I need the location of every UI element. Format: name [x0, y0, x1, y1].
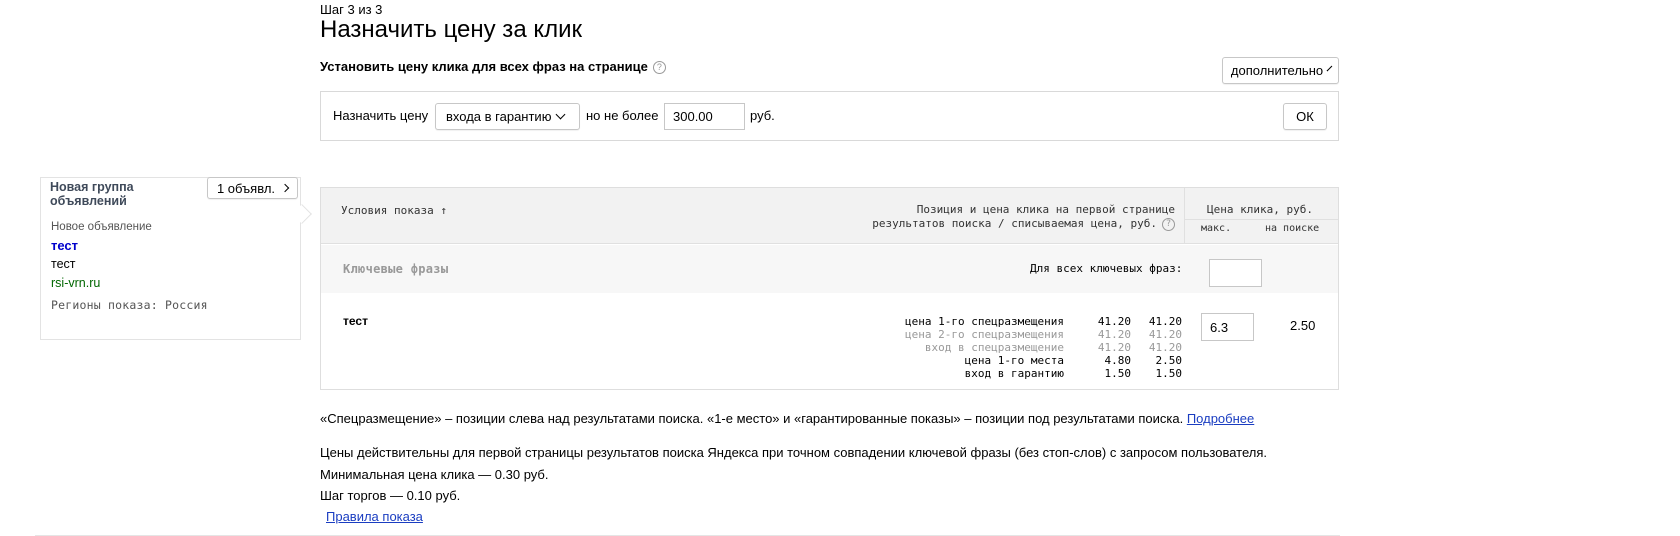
column-position: Позиция и цена клика на первой странице … — [860, 203, 1175, 231]
bid-step-note: Шаг торгов — 0.10 руб. — [320, 488, 461, 503]
bid-label: цена 1-го спецразмещения — [905, 315, 1064, 328]
bid-label: цена 1-го места — [964, 354, 1064, 367]
strategy-select[interactable]: входа в гарантию — [435, 103, 580, 130]
chevron-down-icon — [1326, 65, 1333, 72]
column-max: макс. — [1201, 223, 1232, 234]
bid-price: 41.20 — [1097, 341, 1131, 354]
all-keywords-input[interactable] — [1209, 259, 1262, 287]
column-position-line2-text: результатов поиска / списываемая цена, р… — [872, 217, 1157, 230]
column-position-line1: Позиция и цена клика на первой странице — [916, 203, 1175, 216]
keywords-band — [321, 245, 1338, 293]
strategy-select-value: входа в гарантию — [446, 109, 552, 124]
column-divider — [1184, 188, 1185, 244]
bid-row: вход в спецразмещение 41.20 41.20 — [860, 341, 1182, 354]
bid-charged: 2.50 — [1155, 354, 1183, 367]
ad-title: тест — [51, 238, 79, 253]
ad-count-label: 1 объявл. — [216, 180, 276, 196]
ad-count-button[interactable]: 1 объявл. — [207, 177, 298, 199]
bid-row: вход в гарантию 1.50 1.50 — [860, 367, 1182, 380]
bid-price: 1.50 — [1104, 367, 1132, 380]
ad-label: Новое объявление — [51, 221, 152, 233]
phrase: тест — [343, 314, 368, 328]
prices-note: Цены действительны для первой страницы р… — [320, 445, 1267, 460]
all-keywords-label: Для всех ключевых фраз: — [1030, 262, 1183, 275]
column-on-search: на поиске — [1265, 223, 1320, 234]
bid-label: вход в гарантию — [964, 367, 1064, 380]
search-price: 2.50 — [1290, 318, 1316, 333]
bid-label: цена 2-го спецразмещения — [905, 328, 1064, 341]
column-position-line2: результатов поиска / списываемая цена, р… — [860, 217, 1175, 231]
bid-charged: 41.20 — [1148, 328, 1182, 341]
limit-input[interactable]: 300.00 — [664, 103, 745, 130]
column-conditions[interactable]: Условия показа ↑ — [341, 204, 447, 217]
placement-note-text: «Спецразмещение» – позиции слева над рез… — [320, 411, 1184, 426]
limit-label: но не более — [586, 108, 659, 123]
more-link[interactable]: Подробнее — [1187, 411, 1254, 426]
max-price-input[interactable]: 6.3 — [1201, 313, 1254, 341]
currency-label: руб. — [750, 108, 775, 123]
ad-text: тест — [51, 257, 76, 271]
bid-charged: 41.20 — [1148, 315, 1182, 328]
bulk-bid-heading: Установить цену клика для всех фраз на с… — [320, 59, 666, 74]
bulk-bid-heading-text: Установить цену клика для всех фраз на с… — [320, 59, 648, 74]
bid-charged: 41.20 — [1148, 341, 1182, 354]
advanced-button-label: дополнительно — [1230, 63, 1324, 78]
advanced-button[interactable]: дополнительно — [1222, 57, 1339, 84]
column-price: Цена клика, руб. — [1207, 203, 1313, 216]
step-indicator: Шаг 3 из 3 — [320, 2, 383, 17]
keywords-heading: Ключевые фразы — [343, 262, 449, 276]
bid-label: вход в спецразмещение — [924, 341, 1064, 354]
bid-price: 41.20 — [1097, 315, 1131, 328]
chevron-down-icon — [556, 109, 566, 120]
bid-price: 41.20 — [1097, 328, 1131, 341]
ok-button[interactable]: ОК — [1283, 103, 1327, 130]
group-name: Новая группа объявлений — [50, 180, 134, 208]
assign-price-label: Назначить цену — [333, 108, 429, 123]
chevron-right-icon — [280, 183, 290, 193]
bid-charged: 1.50 — [1155, 367, 1183, 380]
ad-url: rsi-vrn.ru — [51, 276, 101, 290]
placement-note: «Спецразмещение» – позиции слева над рез… — [320, 411, 1254, 426]
bid-positions: цена 1-го спецразмещения 41.20 41.20 цена … — [860, 315, 1182, 380]
rules-link[interactable]: Правила показа — [326, 509, 423, 524]
table-header — [321, 188, 1338, 244]
question-circle-icon[interactable]: ? — [652, 61, 666, 74]
rules-link-text[interactable]: Правила показа — [326, 509, 423, 524]
column-divider — [1184, 219, 1338, 220]
page-title: Назначить цену за клик — [320, 16, 583, 43]
bid-price: 4.80 — [1104, 354, 1132, 367]
bid-row: цена 2-го спецразмещения 41.20 41.20 — [860, 328, 1182, 341]
bid-row: цена 1-го спецразмещения 41.20 41.20 — [860, 315, 1182, 328]
ad-regions: Регионы показа: Россия — [51, 298, 208, 312]
bid-row: цена 1-го места 4.80 2.50 — [860, 354, 1182, 367]
min-price-note: Минимальная цена клика — 0.30 руб. — [320, 467, 549, 482]
question-circle-icon[interactable]: ? — [1162, 218, 1175, 231]
